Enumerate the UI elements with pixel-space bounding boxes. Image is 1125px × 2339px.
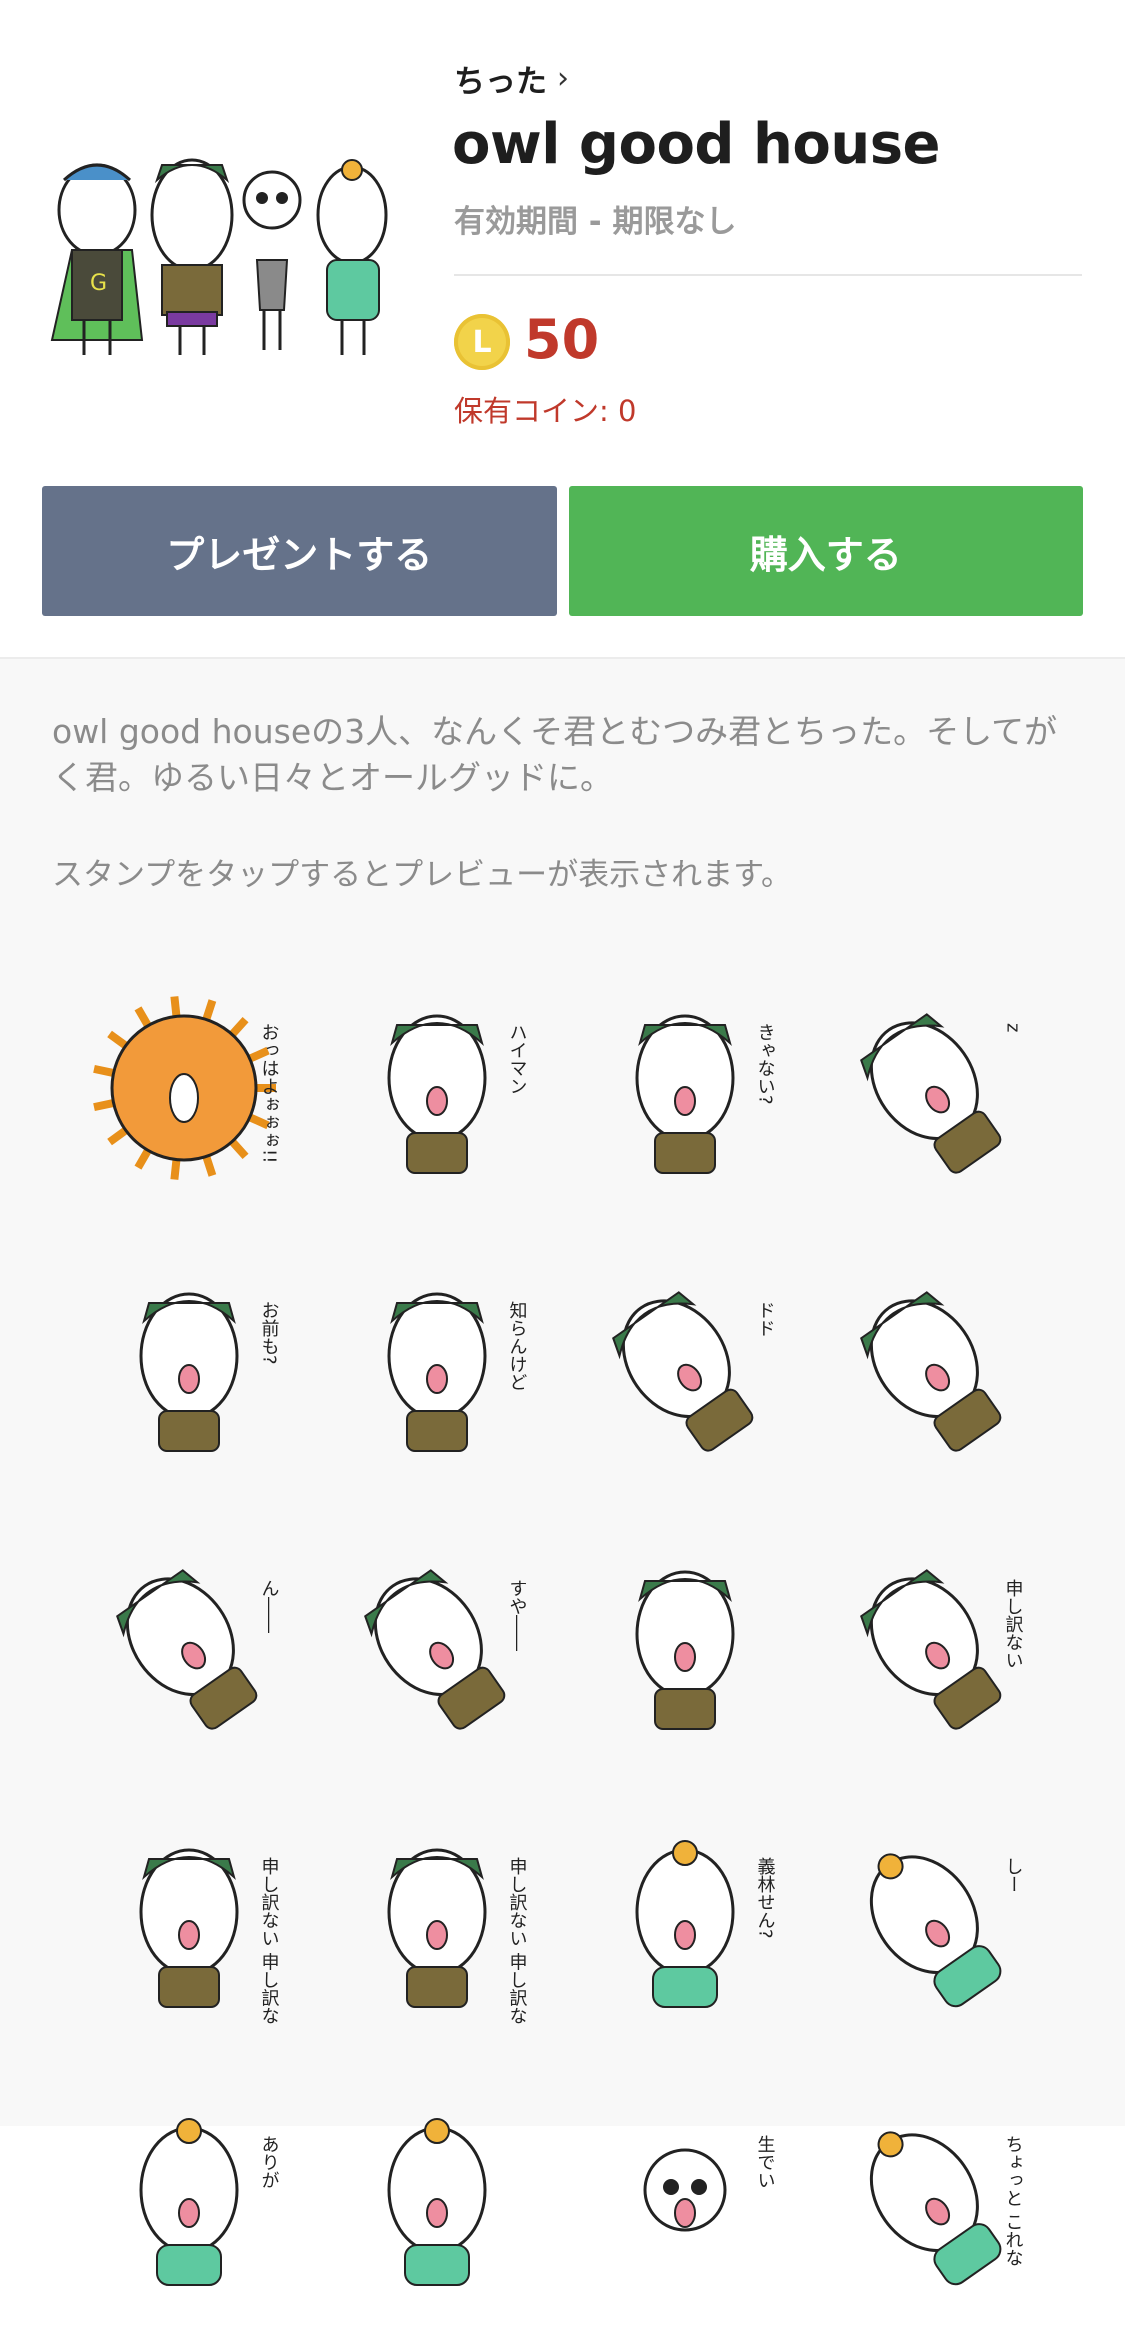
sticker-caption: 申し訳ない 申し訳ない 申し訳ない	[507, 1857, 528, 2027]
sticker-item[interactable]	[814, 1227, 1062, 1505]
sticker-image	[860, 1291, 1002, 1452]
price: 50	[524, 308, 600, 371]
sticker-item[interactable]: ありが	[70, 2061, 318, 2339]
sticker-item[interactable]: 申し訳ない	[814, 1505, 1062, 1783]
sticker-caption: おっはよぉぉぉ!!	[259, 1023, 280, 1163]
sticker-item[interactable]: きゃない?	[566, 949, 814, 1227]
sticker-caption: ハイマン	[507, 1023, 528, 1095]
sticker-caption: ちょっと これな	[1003, 2135, 1024, 2267]
sticker-caption: 知らんけど	[507, 1301, 528, 1391]
sticker-image	[635, 1570, 735, 1730]
sticker-item[interactable]: ドド	[566, 1227, 814, 1505]
sticker-caption: お前も?	[259, 1301, 280, 1365]
sticker-image: 義林せん?	[635, 1840, 776, 2008]
sticker-image	[387, 2118, 487, 2286]
sticker-item[interactable]: z	[814, 949, 1062, 1227]
author-link[interactable]: ちった ›	[454, 56, 569, 101]
sticker-main-image: G	[50, 158, 388, 355]
sticker-image: おっはよぉぉぉ!!	[93, 996, 280, 1180]
sticker-item[interactable]: ん――	[70, 1505, 318, 1783]
sticker-caption: z	[1003, 1023, 1024, 1032]
sticker-image: きゃない?	[635, 1014, 776, 1174]
sticker-caption: 義林せん?	[755, 1857, 776, 1939]
sticker-item[interactable]	[566, 1505, 814, 1783]
chevron-right-icon: ›	[557, 61, 569, 96]
sticker-item[interactable]: 申し訳ない 申し訳ない	[70, 1783, 318, 2061]
sticker-image: ハイマン	[387, 1014, 528, 1174]
sticker-image: ありが	[139, 2118, 280, 2286]
description-text: owl good houseの3人、なんくそ君とむつみ君とちった。そしてがく君。…	[52, 712, 1058, 797]
sticker-caption: しー	[1003, 1857, 1024, 1893]
sticker-item[interactable]: すや――	[318, 1505, 566, 1783]
author-name: ちった	[454, 64, 547, 100]
sticker-image: ん――	[116, 1569, 280, 1730]
svg-text:G: G	[90, 271, 107, 296]
sticker-image: しー	[869, 1853, 1024, 2008]
sticker-item[interactable]	[318, 2061, 566, 2339]
sticker-item[interactable]: お前も?	[70, 1227, 318, 1505]
sticker-item[interactable]: しー	[814, 1783, 1062, 2061]
sticker-grid: おっはよぉぉぉ!! ハイマン きゃない? z お前も? 知らんけど ドドん―― すや―― 申し訳…	[70, 949, 1060, 2339]
validity-text: 有効期間 - 期限なし	[454, 204, 737, 240]
sticker-image: お前も?	[139, 1292, 280, 1452]
sticker-image: 申し訳ない	[860, 1569, 1024, 1730]
sticker-item[interactable]: 知らんけど	[318, 1227, 566, 1505]
sticker-image: 申し訳ない 申し訳ない 申し訳ない	[387, 1848, 528, 2027]
buy-button[interactable]: 購入する	[568, 486, 1083, 616]
owned-coins: 保有コイン: 0	[454, 394, 637, 428]
gift-button[interactable]: プレゼントする	[42, 486, 557, 616]
sticker-caption: ドド	[755, 1301, 776, 1337]
sticker-image: ドド	[612, 1291, 776, 1452]
sticker-image: すや――	[364, 1569, 528, 1730]
divider	[454, 274, 1082, 276]
sticker-caption: 生でい	[755, 2135, 776, 2189]
sticker-image: z	[860, 1013, 1024, 1174]
preview-hint: スタンプをタップするとプレビューが表示されます。	[52, 857, 792, 893]
sticker-caption: 申し訳ない	[1003, 1579, 1024, 1669]
coin-icon: L	[454, 314, 510, 370]
sticker-caption: ありが	[259, 2135, 280, 2189]
sticker-caption: ん――	[259, 1579, 280, 1633]
product-details: owl good houseの3人、なんくそ君とむつみ君とちった。そしてがく君。…	[0, 659, 1125, 2286]
sticker-image: 知らんけど	[387, 1292, 528, 1452]
sticker-item[interactable]: ちょっと これな	[814, 2061, 1062, 2339]
sticker-item[interactable]: 義林せん?	[566, 1783, 814, 2061]
sticker-image: 生でい	[643, 2135, 776, 2232]
sticker-item[interactable]: おっはよぉぉぉ!!	[70, 949, 318, 1227]
sticker-image: 申し訳ない 申し訳ない	[139, 1848, 280, 2027]
sticker-caption: すや――	[507, 1579, 528, 1651]
sticker-item[interactable]: 生でい	[566, 2061, 814, 2339]
sticker-item[interactable]: ハイマン	[318, 949, 566, 1227]
sticker-caption: 申し訳ない 申し訳ない	[259, 1857, 280, 2027]
product-title: owl good house	[452, 112, 941, 177]
sticker-item[interactable]: 申し訳ない 申し訳ない 申し訳ない	[318, 1783, 566, 2061]
action-buttons: プレゼントする 購入する	[42, 486, 1083, 616]
product-header: G ちった › owl good house 有効期間 - 期限なし L 50 …	[0, 0, 1125, 616]
sticker-caption: きゃない?	[755, 1023, 776, 1105]
sticker-image: ちょっと これな	[869, 2131, 1024, 2286]
